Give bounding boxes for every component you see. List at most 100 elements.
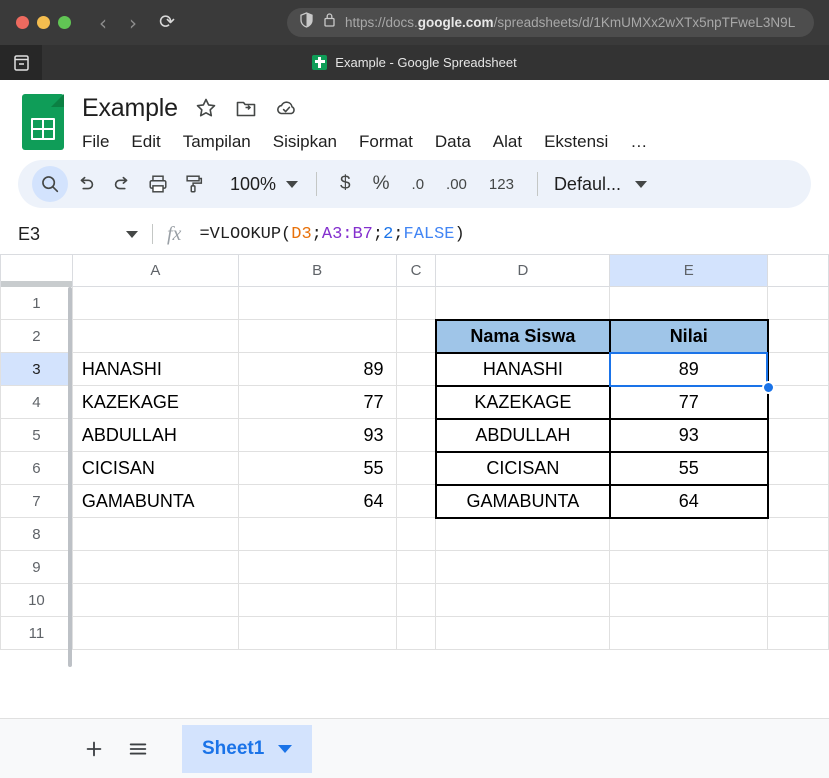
zoom-control[interactable]: 100% [224, 167, 304, 201]
row-header-4[interactable]: 4 [0, 385, 73, 419]
tab-group-icon[interactable] [0, 45, 42, 80]
column-header-c[interactable]: C [395, 254, 437, 287]
cell-B1[interactable] [237, 286, 397, 320]
close-window-button[interactable] [16, 16, 29, 29]
row-header-8[interactable]: 8 [0, 517, 73, 551]
shield-icon[interactable] [299, 12, 314, 33]
formula-input[interactable]: =VLOOKUP(D3;A3:B7;2;FALSE) [199, 225, 464, 244]
menu-item-more[interactable]: … [630, 132, 647, 152]
print-icon[interactable] [140, 166, 176, 202]
cell-A5[interactable]: ABDULLAH [71, 418, 239, 452]
document-title[interactable]: Example [82, 94, 178, 123]
reload-icon[interactable]: ⟳ [159, 13, 175, 32]
chevron-down-icon[interactable] [634, 180, 647, 188]
cell-D7[interactable]: GAMABUNTA [434, 483, 611, 519]
cell-E7[interactable]: 64 [608, 483, 769, 519]
cell-B2[interactable] [237, 319, 397, 353]
name-box[interactable]: E3 [18, 224, 146, 245]
forward-icon[interactable]: › [129, 13, 137, 33]
cell-A4[interactable]: KAZEKAGE [71, 385, 239, 419]
cell-B9[interactable] [237, 550, 397, 584]
cell-C1[interactable] [395, 286, 437, 320]
menu-item-format[interactable]: Format [359, 132, 413, 152]
column-header-b[interactable]: B [237, 254, 397, 287]
column-header-a[interactable]: A [71, 254, 239, 287]
cell-E8[interactable] [609, 517, 769, 551]
cell-F4[interactable] [767, 385, 829, 419]
cell-D1[interactable] [435, 286, 611, 320]
font-family-selector[interactable]: Defaul... [554, 174, 647, 195]
cell-C10[interactable] [395, 583, 437, 617]
menu-item-sisipkan[interactable]: Sisipkan [273, 132, 337, 152]
cell-F6[interactable] [767, 451, 829, 485]
window-controls[interactable] [16, 16, 71, 29]
cell-B8[interactable] [237, 517, 397, 551]
column-header-d[interactable]: D [435, 254, 611, 287]
row-header-6[interactable]: 6 [0, 451, 73, 485]
menu-item-alat[interactable]: Alat [493, 132, 522, 152]
chevron-down-icon[interactable] [126, 230, 138, 238]
cell-C4[interactable] [395, 385, 437, 419]
star-icon[interactable] [194, 96, 218, 120]
cell-C8[interactable] [395, 517, 437, 551]
cell-A11[interactable] [71, 616, 239, 650]
cell-D10[interactable] [435, 583, 611, 617]
cell-F1[interactable] [767, 286, 829, 320]
currency-format-button[interactable]: $ [329, 173, 362, 195]
cell-C2[interactable] [395, 319, 437, 353]
cell-A1[interactable] [71, 286, 239, 320]
column-header-e[interactable]: E [609, 254, 769, 287]
cell-D5[interactable]: ABDULLAH [434, 417, 611, 453]
cell-A8[interactable] [71, 517, 239, 551]
row-header-10[interactable]: 10 [0, 583, 73, 617]
minimize-window-button[interactable] [37, 16, 50, 29]
menu-item-data[interactable]: Data [435, 132, 471, 152]
add-sheet-button[interactable] [72, 729, 116, 769]
vertical-scrollbar[interactable] [68, 287, 72, 667]
chevron-down-icon[interactable] [286, 180, 299, 188]
cell-E5[interactable]: 93 [608, 417, 769, 453]
cell-B5[interactable]: 93 [237, 418, 397, 452]
row-header-11[interactable]: 11 [0, 616, 73, 650]
cell-C11[interactable] [395, 616, 437, 650]
row-header-2[interactable]: 2 [0, 319, 73, 353]
cell-E9[interactable] [609, 550, 769, 584]
cell-F11[interactable] [767, 616, 829, 650]
decrease-decimal-button[interactable]: .0 [401, 176, 436, 193]
cell-D3[interactable]: HANASHI [434, 351, 611, 387]
maximize-window-button[interactable] [58, 16, 71, 29]
cell-C9[interactable] [395, 550, 437, 584]
sheet-tab-sheet1[interactable]: Sheet1 [182, 724, 313, 773]
cell-E10[interactable] [609, 583, 769, 617]
cell-B7[interactable]: 64 [237, 484, 397, 518]
percent-format-button[interactable]: % [362, 173, 401, 195]
address-bar[interactable]: https://docs.google.com/spreadsheets/d/1… [287, 8, 814, 37]
cell-D2[interactable]: Nama Siswa [434, 318, 611, 354]
cell-A2[interactable] [71, 319, 239, 353]
back-icon[interactable]: ‹ [99, 13, 107, 33]
paint-format-icon[interactable] [176, 166, 212, 202]
row-header-1[interactable]: 1 [0, 286, 73, 320]
cell-B6[interactable]: 55 [237, 451, 397, 485]
cell-E6[interactable]: 55 [608, 450, 769, 486]
cell-E2[interactable]: Nilai [608, 318, 769, 354]
cell-D9[interactable] [435, 550, 611, 584]
cell-B10[interactable] [237, 583, 397, 617]
cell-F2[interactable] [767, 319, 829, 353]
cell-F9[interactable] [767, 550, 829, 584]
cell-B11[interactable] [237, 616, 397, 650]
cell-F10[interactable] [767, 583, 829, 617]
lock-icon[interactable] [323, 12, 336, 33]
function-icon[interactable]: fx [167, 223, 181, 246]
cell-C3[interactable] [395, 352, 437, 386]
cell-A3[interactable]: HANASHI [71, 352, 239, 386]
more-formats-button[interactable]: 123 [478, 176, 525, 193]
cell-F3[interactable] [767, 352, 829, 386]
cell-B4[interactable]: 77 [237, 385, 397, 419]
cell-A9[interactable] [71, 550, 239, 584]
menu-item-edit[interactable]: Edit [131, 132, 160, 152]
select-all-corner[interactable] [0, 254, 73, 288]
move-to-folder-icon[interactable] [234, 96, 258, 120]
redo-icon[interactable] [104, 166, 140, 202]
cell-A6[interactable]: CICISAN [71, 451, 239, 485]
